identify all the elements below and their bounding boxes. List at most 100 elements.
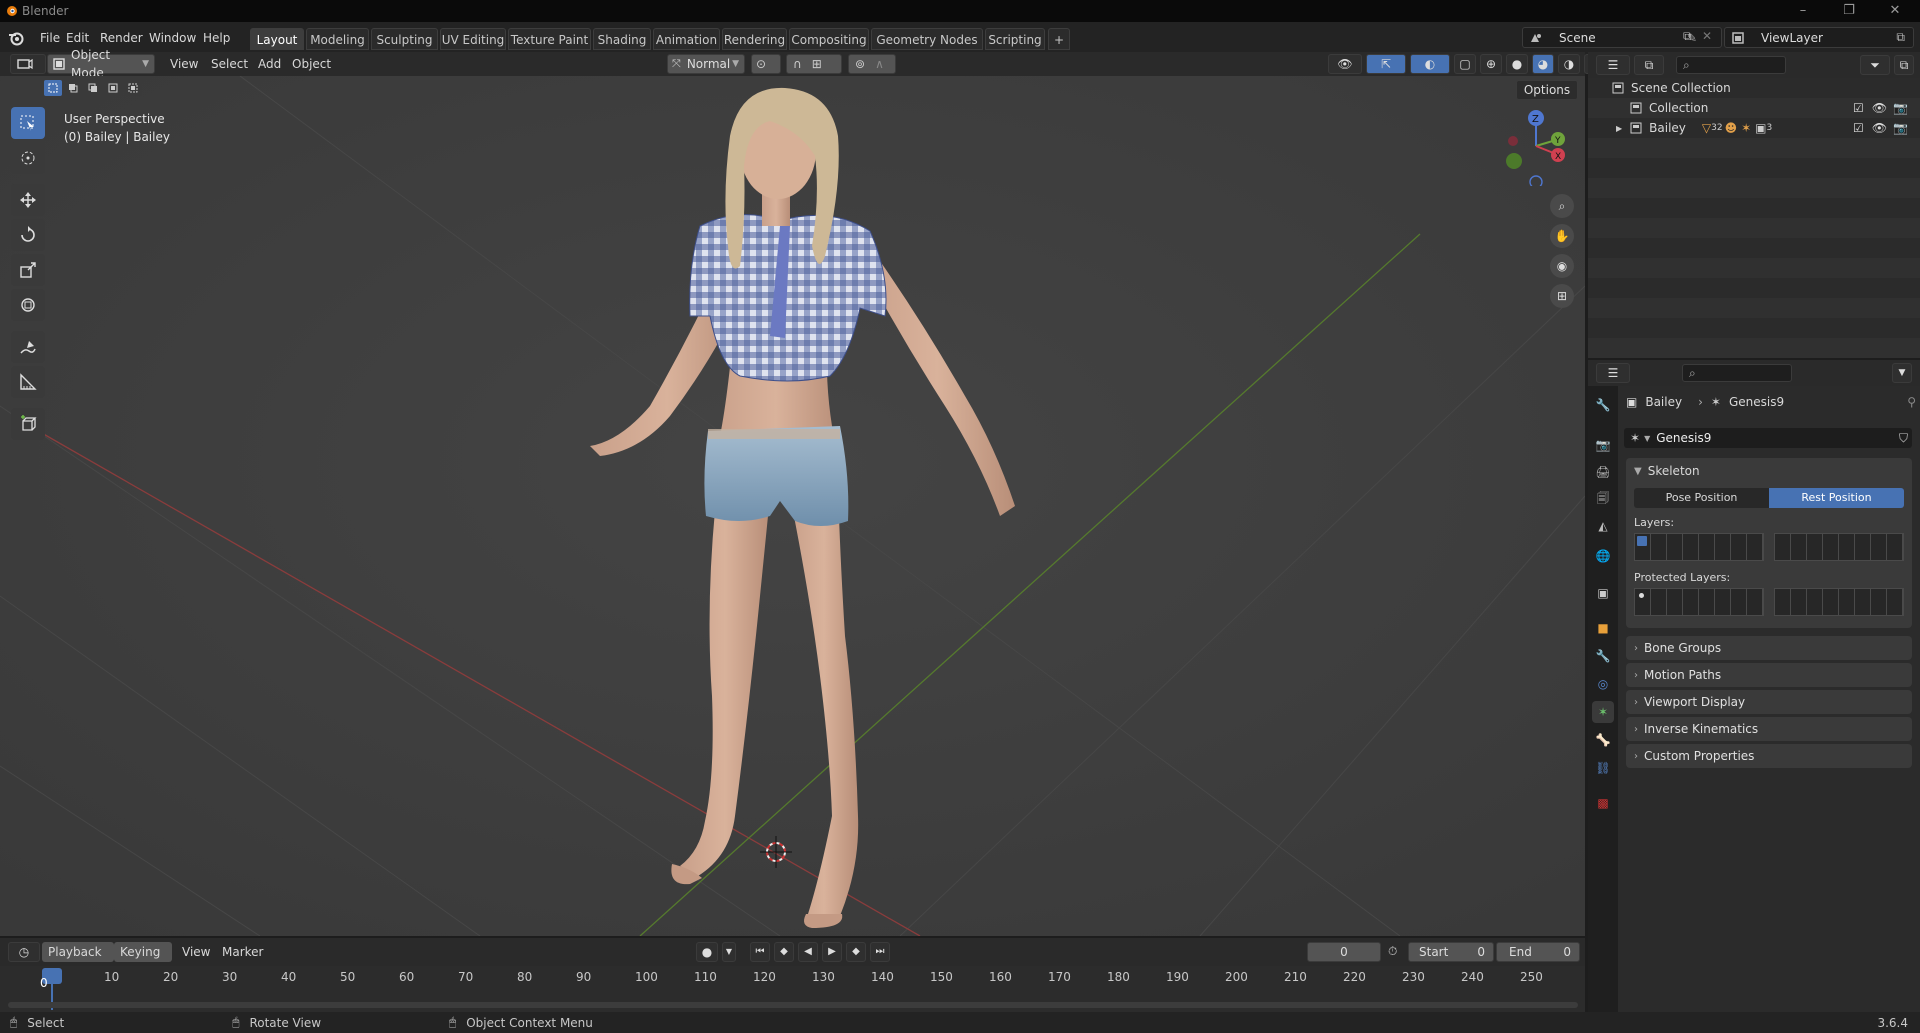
mesh-icon[interactable]: ▽ — [1702, 121, 1711, 135]
properties-options-icon[interactable]: ▼ — [1892, 363, 1912, 383]
wireframe-shading-button[interactable]: ⊕ — [1480, 54, 1502, 74]
panel-viewport-display[interactable]: › Viewport Display — [1626, 690, 1912, 714]
viewport-menu-view[interactable]: View — [164, 54, 204, 74]
perspective-grid-icon[interactable]: ⊞ — [1550, 284, 1574, 308]
timeline-menu-marker[interactable]: Marker — [216, 942, 269, 962]
overlay-toggle[interactable]: ◐ — [1410, 54, 1450, 74]
new-view-layer-icon[interactable]: ⧉ — [1896, 30, 1905, 45]
properties-editor-icon[interactable]: ☰ — [1596, 363, 1630, 383]
menu-help[interactable]: Help — [197, 28, 236, 48]
options-dropdown[interactable]: Options — [1516, 80, 1578, 100]
panel-custom-properties[interactable]: › Custom Properties — [1626, 744, 1912, 768]
display-mode-icon[interactable]: ⧉ — [1634, 55, 1664, 75]
properties-search-input[interactable]: ⌕ — [1682, 364, 1792, 382]
viewport-menu-object[interactable]: Object — [286, 54, 337, 74]
timeline-scrollbar[interactable] — [8, 1002, 1578, 1008]
active-layer-dot[interactable] — [1637, 536, 1647, 546]
checkbox-icon[interactable]: ☑ — [1853, 121, 1864, 135]
end-frame-field[interactable]: End 0 — [1496, 942, 1580, 962]
bone-tab-icon[interactable]: 🦴 — [1592, 729, 1614, 751]
transform-tool-icon[interactable] — [11, 289, 45, 321]
tab-animation[interactable]: Animation — [653, 28, 720, 50]
eye-icon[interactable]: 👁 — [1872, 121, 1887, 135]
viewport-menu-add[interactable]: Add — [252, 54, 287, 74]
play-reverse-icon[interactable]: ◀ — [798, 942, 818, 962]
material-preview-button[interactable]: ◕ — [1532, 54, 1554, 74]
new-scene-icon[interactable]: ⧉ — [1683, 29, 1692, 44]
new-collection-icon[interactable]: ⧉ — [1894, 55, 1914, 75]
tab-scripting[interactable]: Scripting — [985, 28, 1045, 50]
rendered-shading-button[interactable]: ◑ — [1558, 54, 1580, 74]
cursor-tool-icon[interactable] — [11, 142, 45, 174]
skeleton-panel-header[interactable]: ▼ Skeleton — [1626, 458, 1912, 484]
output-tab-icon[interactable]: 🖨 — [1592, 461, 1614, 483]
select-box-tool-icon[interactable] — [11, 107, 45, 139]
pin-icon[interactable]: ⚲ — [1907, 395, 1916, 409]
select-new-icon[interactable] — [44, 80, 62, 96]
select-extend-icon[interactable] — [64, 80, 82, 96]
outliner-row-bailey[interactable]: ▶ Bailey ▽ 32 ☻ ✶ ▣ 3 ☑ 👁 📷 — [1588, 118, 1920, 138]
orientation-dropdown[interactable]: ⤧ Normal ▼ — [667, 54, 745, 74]
scale-tool-icon[interactable] — [11, 254, 45, 286]
armature-data-selector[interactable]: ✶ ▼ Genesis9 ⛉ — [1624, 428, 1912, 448]
collection-child-icon[interactable]: ▣ — [1755, 121, 1766, 135]
protected-layers-grid[interactable] — [1634, 588, 1904, 616]
rest-position-button[interactable]: Rest Position — [1769, 488, 1904, 508]
outliner-editor-icon[interactable]: ☰ — [1596, 55, 1630, 75]
prev-keyframe-icon[interactable]: ◆ — [774, 942, 794, 962]
current-frame-field[interactable]: 0 — [1307, 942, 1381, 962]
tab-geometry-nodes[interactable]: Geometry Nodes — [871, 28, 983, 50]
checkbox-icon[interactable]: ☑ — [1853, 101, 1864, 115]
select-subtract-icon[interactable] — [84, 80, 102, 96]
timeline-editor-icon[interactable]: ◷ — [8, 942, 40, 962]
expand-arrow-icon[interactable]: ▶ — [1616, 124, 1622, 133]
tool-tab-icon[interactable]: 🔧 — [1592, 394, 1614, 416]
outliner-scene-collection[interactable]: Scene Collection — [1588, 78, 1920, 98]
scene-selector[interactable]: Scene ✎ — [1522, 27, 1722, 48]
view-layer-selector[interactable]: ViewLayer ⧉ — [1724, 27, 1914, 48]
tab-modeling[interactable]: Modeling — [306, 28, 369, 50]
tab-compositing[interactable]: Compositing — [789, 28, 869, 50]
panel-inverse-kinematics[interactable]: › Inverse Kinematics — [1626, 717, 1912, 741]
proportional-edit-toggle[interactable]: ⊚ ∧ — [848, 54, 896, 74]
collection-tab-icon[interactable]: ▣ — [1592, 582, 1614, 604]
snap-toggle[interactable]: ∩ ⊞ — [786, 54, 842, 74]
tab-sculpting[interactable]: Sculpting — [371, 28, 438, 50]
timeline-menu-view[interactable]: View — [176, 942, 216, 962]
annotate-tool-icon[interactable] — [11, 331, 45, 363]
layers-grid[interactable] — [1634, 533, 1904, 561]
object-tab-icon[interactable]: ■ — [1592, 617, 1614, 639]
visibility-dropdown[interactable]: 👁 — [1328, 54, 1362, 74]
jump-end-icon[interactable]: ⏭ — [870, 942, 890, 962]
menu-window[interactable]: Window — [143, 28, 202, 48]
view-layer-tab-icon[interactable]: 🗐 — [1592, 488, 1614, 510]
next-keyframe-icon[interactable]: ◆ — [846, 942, 866, 962]
jump-start-icon[interactable]: ⏮ — [750, 942, 770, 962]
armature-icon[interactable]: ✶ — [1741, 121, 1751, 135]
timeline-menu-playback[interactable]: Playback — [42, 942, 114, 962]
tab-rendering[interactable]: Rendering — [722, 28, 787, 50]
fake-user-shield-icon[interactable]: ⛉ — [1899, 431, 1908, 446]
material-icon[interactable]: ☻ — [1725, 121, 1738, 135]
scene-tab-icon[interactable]: ◭ — [1592, 515, 1614, 537]
panel-motion-paths[interactable]: › Motion Paths — [1626, 663, 1912, 687]
close-button[interactable]: ✕ — [1878, 0, 1912, 22]
add-cube-tool-icon[interactable] — [11, 408, 45, 440]
viewport-menu-select[interactable]: Select — [205, 54, 254, 74]
delete-scene-icon[interactable]: ✕ — [1702, 29, 1712, 43]
armature-data-tab-icon[interactable]: ✶ — [1592, 701, 1614, 723]
modifier-tab-icon[interactable]: 🔧 — [1592, 645, 1614, 667]
editor-type-button[interactable] — [10, 54, 46, 74]
physics-tab-icon[interactable]: ◎ — [1592, 673, 1614, 695]
panel-bone-groups[interactable]: › Bone Groups — [1626, 636, 1912, 660]
timeline-menu-keying[interactable]: Keying — [114, 942, 172, 962]
pivot-point-dropdown[interactable]: ⊙ — [751, 54, 781, 74]
3d-viewport[interactable]: User Perspective (0) Bailey | Bailey Opt… — [0, 76, 1585, 936]
object-mode-dropdown[interactable]: Object Mode ▼ — [47, 48, 155, 80]
outliner-row-collection[interactable]: Collection ☑ 👁 📷 — [1588, 98, 1920, 118]
filter-icon[interactable]: ⏷ — [1860, 55, 1890, 75]
rotate-tool-icon[interactable] — [11, 219, 45, 251]
solid-shading-button[interactable]: ● — [1506, 54, 1528, 74]
camera-icon[interactable]: 📷 — [1893, 101, 1908, 115]
gizmo-toggle[interactable]: ⇱ — [1366, 54, 1406, 74]
